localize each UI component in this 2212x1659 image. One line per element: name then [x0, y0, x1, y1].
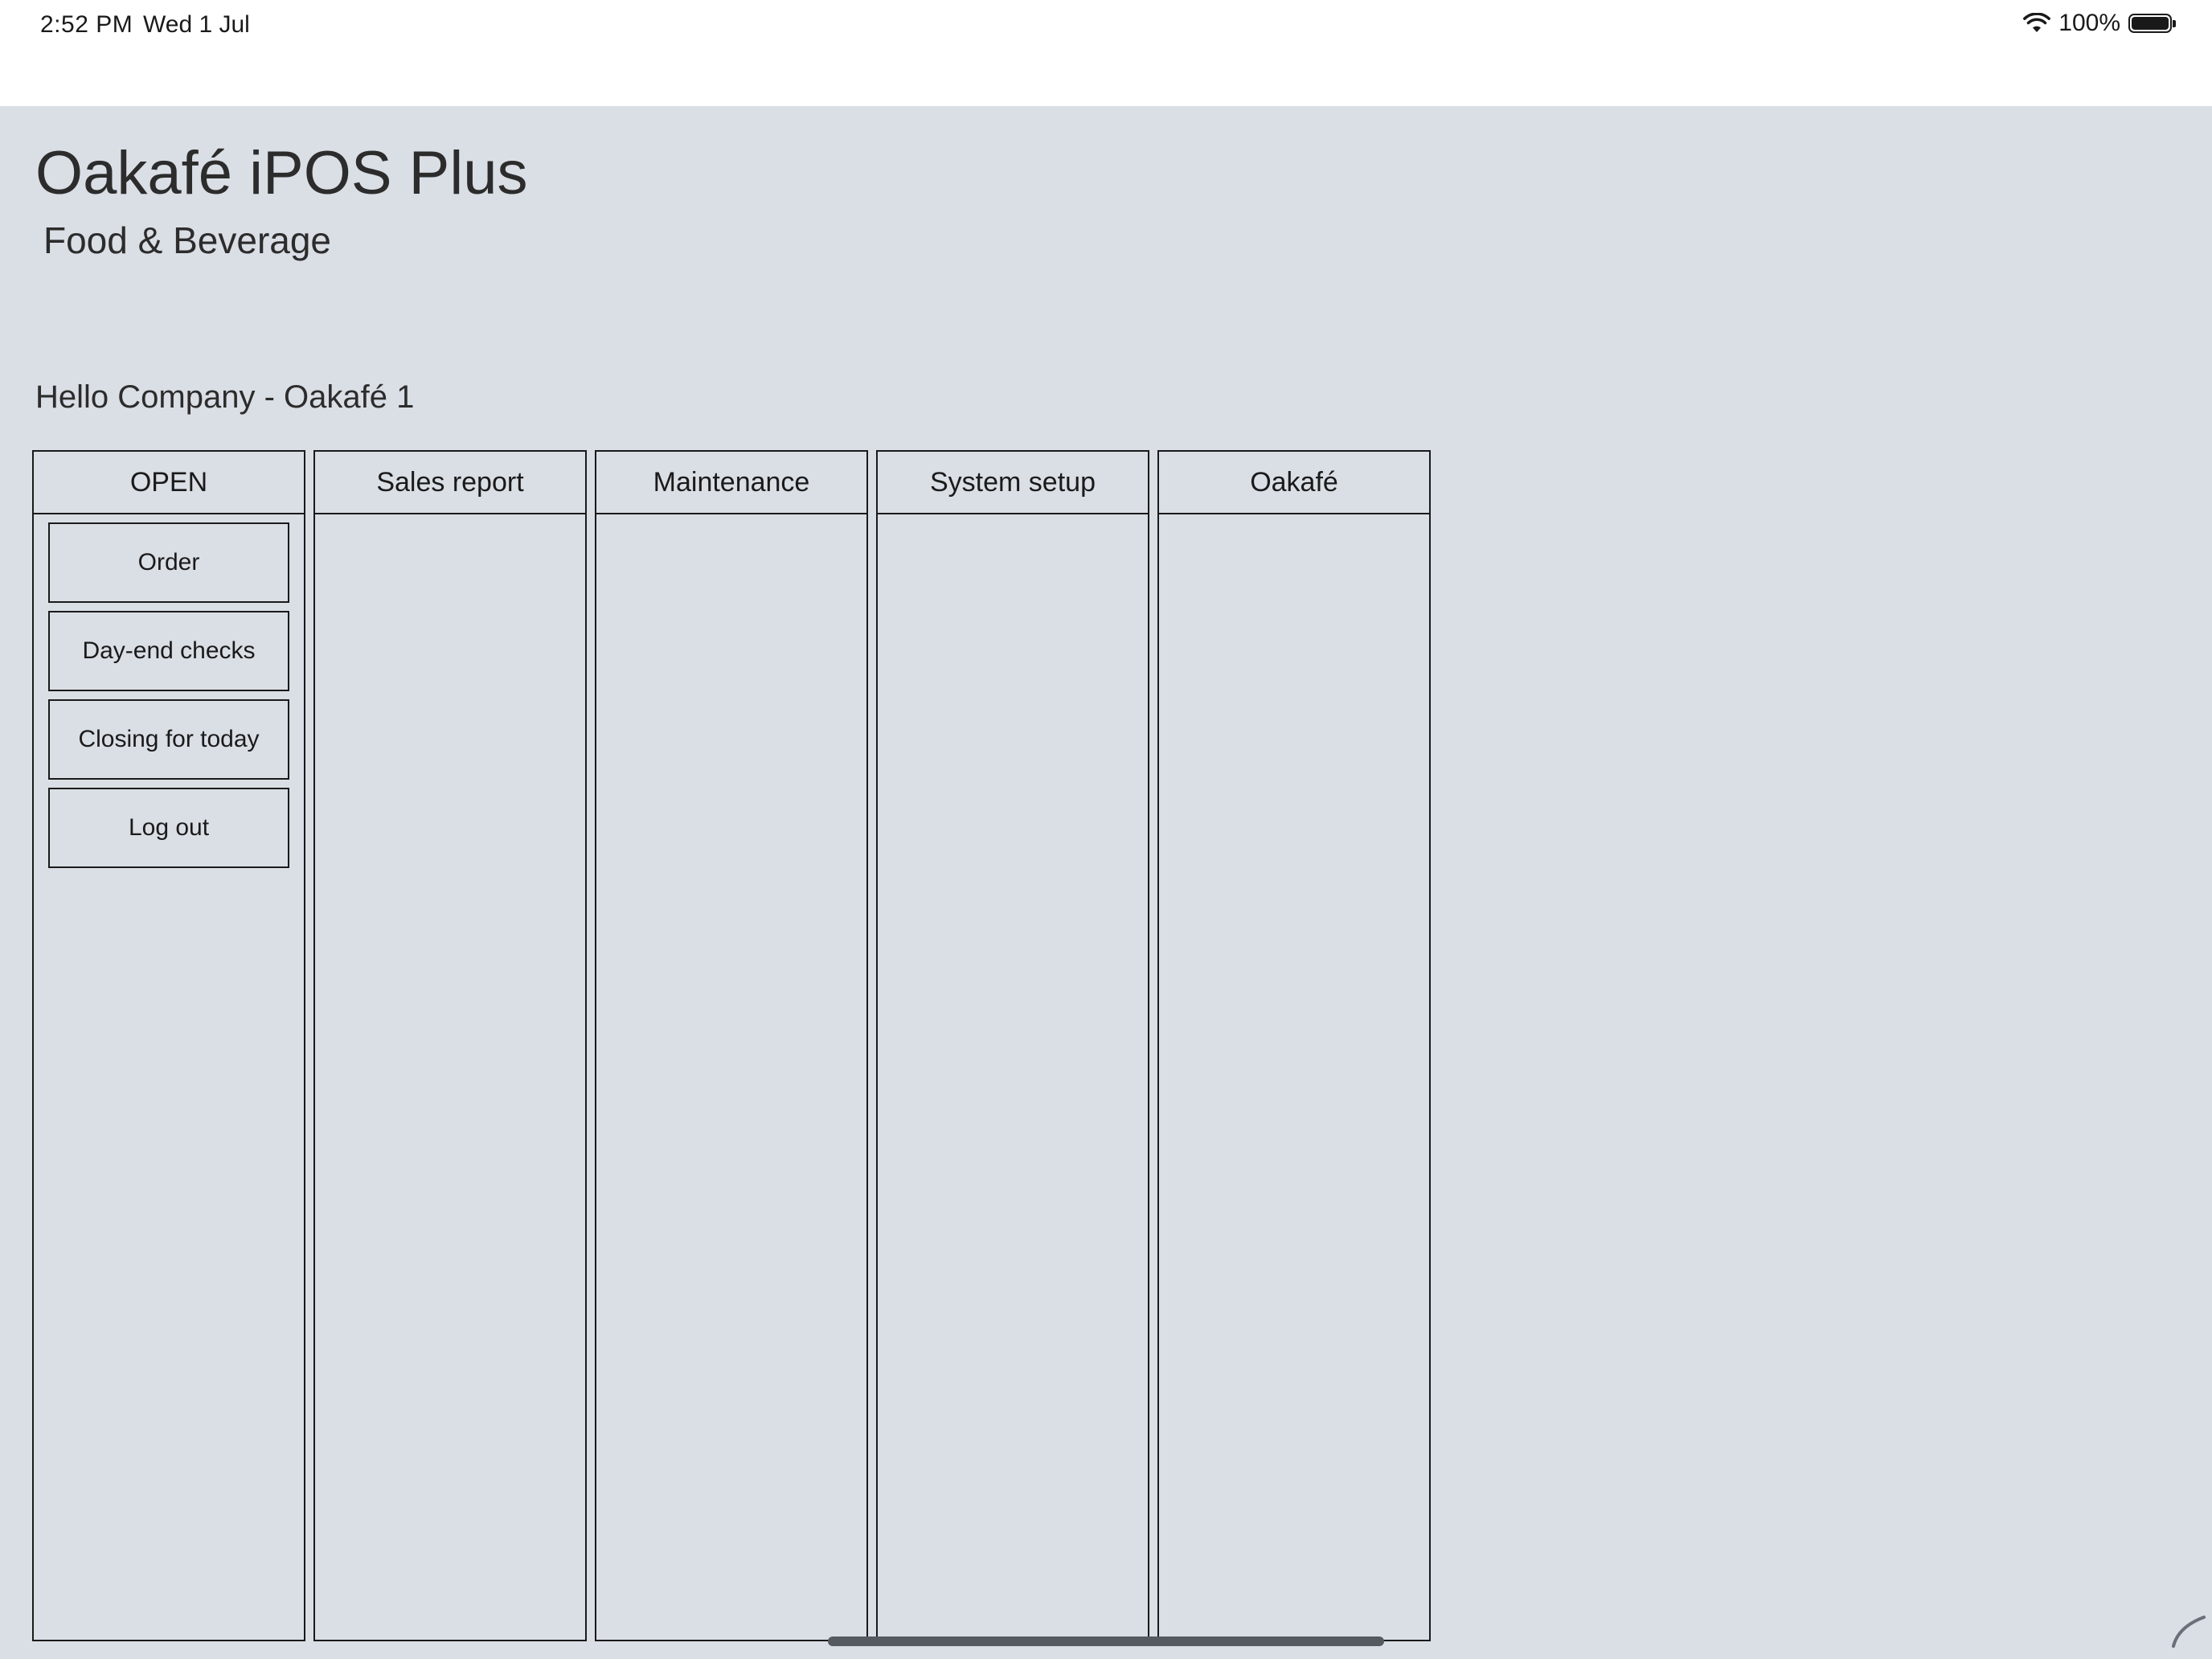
status-indicators: 100% — [2023, 10, 2176, 37]
column-open: OPEN Order Day-end checks Closing for to… — [32, 450, 305, 1641]
status-date: Wed 1 Jul — [143, 11, 250, 38]
column-oakafe: Oakafé — [1157, 450, 1431, 1641]
app-subtitle: Food & Beverage — [43, 219, 332, 261]
resize-corner-icon — [2172, 1616, 2206, 1648]
order-button[interactable]: Order — [48, 522, 289, 603]
battery-percentage: 100% — [2058, 10, 2120, 36]
battery-fill — [2132, 17, 2169, 30]
log-out-button[interactable]: Log out — [48, 788, 289, 868]
home-indicator[interactable] — [828, 1636, 1384, 1646]
day-end-checks-button[interactable]: Day-end checks — [48, 611, 289, 691]
status-time: 2:52 PM — [40, 11, 133, 38]
status-bar: 2:52 PM Wed 1 Jul 100% — [0, 0, 2212, 106]
column-header-sales-report[interactable]: Sales report — [315, 452, 585, 514]
column-body-system-setup — [878, 514, 1148, 1640]
column-header-open[interactable]: OPEN — [34, 452, 304, 514]
column-body-maintenance — [596, 514, 866, 1640]
wifi-icon — [2023, 13, 2051, 32]
battery-icon — [2128, 14, 2176, 33]
main-area: Oakafé iPOS Plus Food & Beverage Hello C… — [0, 106, 2212, 1659]
column-body-open: Order Day-end checks Closing for today L… — [34, 514, 304, 1640]
menu-columns: OPEN Order Day-end checks Closing for to… — [32, 450, 1439, 1641]
column-body-sales-report — [315, 514, 585, 1640]
column-header-oakafe[interactable]: Oakafé — [1159, 452, 1429, 514]
column-maintenance: Maintenance — [595, 450, 868, 1641]
greeting-text: Hello Company - Oakafé 1 — [35, 379, 415, 415]
column-header-system-setup[interactable]: System setup — [878, 452, 1148, 514]
column-system-setup: System setup — [876, 450, 1149, 1641]
column-sales-report: Sales report — [313, 450, 587, 1641]
column-body-oakafe — [1159, 514, 1429, 1640]
closing-for-today-button[interactable]: Closing for today — [48, 699, 289, 780]
column-header-maintenance[interactable]: Maintenance — [596, 452, 866, 514]
app-title: Oakafé iPOS Plus — [35, 139, 528, 207]
